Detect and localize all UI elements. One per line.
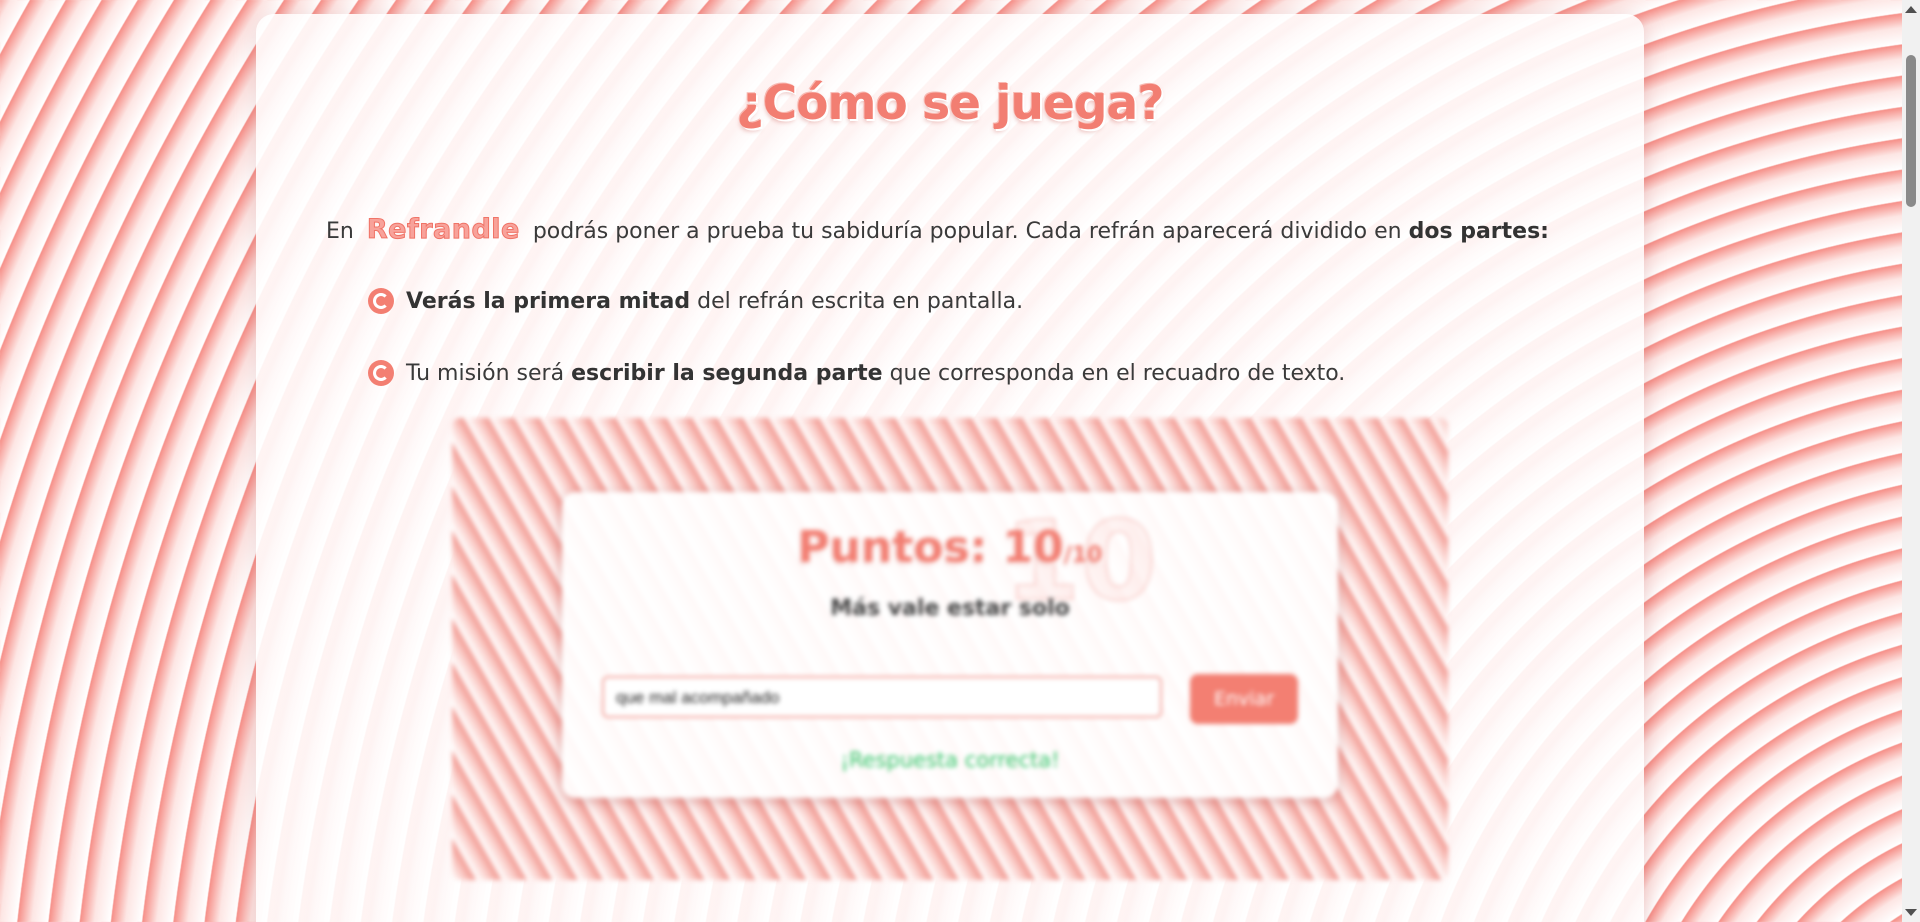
intro-middle: podrás poner a prueba tu sabiduría popul…	[532, 219, 1402, 244]
example-game-card: 10 Puntos: 10/10 Más vale estar solo que…	[562, 492, 1338, 798]
example-score-total: /10	[1063, 543, 1103, 568]
intro-bold: dos partes:	[1408, 219, 1549, 244]
page-title: ¿Cómo se juega?	[736, 76, 1165, 131]
rule-item-2: Tu misión será escribir la segunda parte…	[368, 360, 1345, 386]
example-send-button: Enviar	[1190, 674, 1298, 724]
example-answer-input: que mal acompañado	[602, 676, 1162, 718]
rule-2-text: que corresponda en el recuadro de texto.	[889, 360, 1346, 386]
rule-1-bold: Verás la primera mitad	[406, 288, 691, 314]
scroll-up-arrow-icon[interactable]	[1905, 6, 1917, 13]
rule-item-1: Verás la primera mitad del refrán escrit…	[368, 288, 1023, 314]
how-to-play-panel: ¿Cómo se juega? En Refrandle podrás pone…	[256, 14, 1644, 922]
example-result-message: ¡Respuesta correcta!	[840, 748, 1060, 772]
scroll-down-arrow-icon[interactable]	[1905, 909, 1917, 916]
page-scrollbar[interactable]	[1902, 0, 1920, 922]
intro-prefix: En	[326, 219, 354, 244]
example-screenshot: 10 Puntos: 10/10 Más vale estar solo que…	[452, 418, 1448, 880]
rule-1-text: del refrán escrita en pantalla.	[697, 288, 1024, 314]
intro-paragraph: En Refrandle podrás poner a prueba tu sa…	[326, 214, 1549, 246]
example-score-label: Puntos: 10	[797, 522, 1064, 573]
scrollbar-thumb[interactable]	[1906, 55, 1916, 207]
swirl-bullet-icon	[368, 288, 394, 314]
rule-2-bold: escribir la segunda parte	[571, 360, 883, 386]
example-proverb-first-half: Más vale estar solo	[830, 596, 1070, 621]
brand-name: Refrandle	[366, 214, 520, 246]
swirl-bullet-icon	[368, 360, 394, 386]
example-score: Puntos: 10/10	[562, 522, 1338, 573]
rule-2-pre: Tu misión será	[406, 360, 565, 386]
